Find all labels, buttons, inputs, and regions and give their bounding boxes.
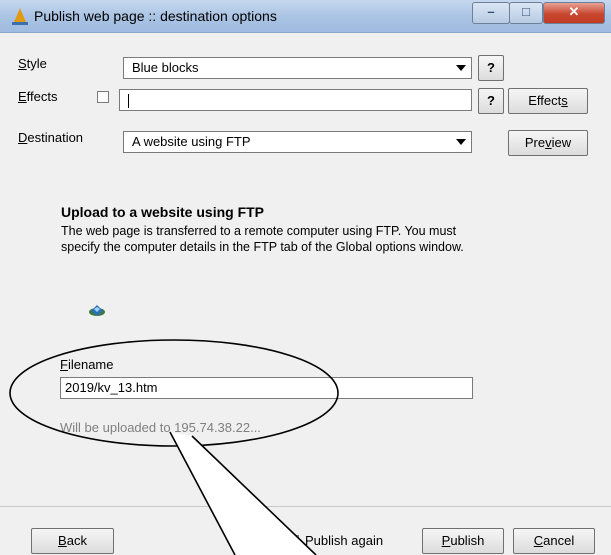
chevron-down-icon	[451, 132, 471, 152]
info-description: The web page is transferred to a remote …	[61, 224, 464, 254]
upload-note: Will be uploaded to 195.74.38.22...	[60, 420, 261, 435]
chevron-down-icon	[451, 58, 471, 78]
style-select-value: Blue blocks	[132, 60, 199, 75]
maximize-button[interactable]: □	[509, 2, 543, 24]
callout-annotation	[9, 339, 339, 555]
publish-button[interactable]: Publish	[422, 528, 504, 554]
close-button[interactable]: ✕	[543, 2, 605, 24]
callout-pointer-left	[169, 431, 236, 555]
filename-label: Filename	[60, 357, 114, 372]
filename-input[interactable]: 2019/kv_13.htm	[60, 377, 473, 399]
globe-icon	[89, 305, 105, 316]
publish-again-label: Publish again	[305, 533, 384, 548]
style-label: Style	[18, 56, 47, 71]
destination-label: Destination	[18, 130, 84, 145]
footer-divider	[0, 506, 611, 507]
effects-button[interactable]: Effects	[508, 88, 588, 114]
effects-checkbox[interactable]	[97, 91, 109, 103]
app-icon	[12, 8, 28, 25]
back-button[interactable]: Back	[31, 528, 114, 554]
style-help-button[interactable]: ?	[478, 55, 504, 81]
text-cursor	[128, 93, 129, 108]
effects-label: Effects	[18, 89, 58, 104]
destination-select[interactable]: A website using FTP	[123, 131, 472, 153]
title-bar: Publish web page :: destination options …	[0, 0, 611, 33]
preview-button[interactable]: Preview	[508, 130, 588, 156]
publish-again-checkbox[interactable]	[287, 535, 299, 547]
destination-select-value: A website using FTP	[132, 134, 251, 149]
info-heading: Upload to a website using FTP	[61, 204, 265, 220]
effects-help-button[interactable]: ?	[478, 88, 504, 114]
window-title: Publish web page :: destination options	[34, 8, 277, 24]
minimize-button[interactable]: –	[472, 2, 510, 24]
style-select[interactable]: Blue blocks	[123, 57, 472, 79]
effects-input[interactable]	[119, 89, 472, 111]
cancel-button[interactable]: Cancel	[513, 528, 595, 554]
publish-dialog: Publish web page :: destination options …	[0, 0, 611, 555]
